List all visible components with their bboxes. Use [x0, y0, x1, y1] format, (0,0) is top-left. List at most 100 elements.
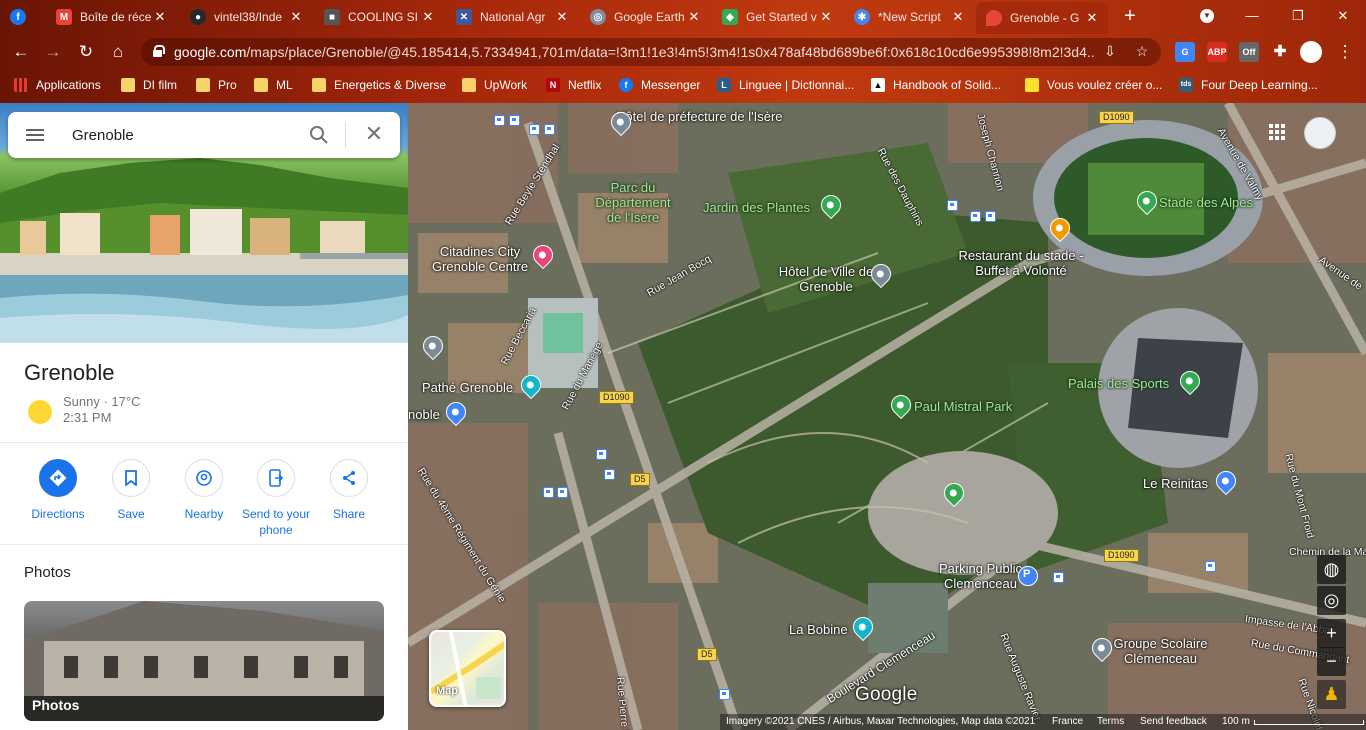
bookmark-energetics[interactable]: Energetics & Diverse	[312, 76, 446, 94]
bookmark-vous-voulez[interactable]: Vous voulez créer o...	[1025, 76, 1162, 94]
bus-stop-icon[interactable]	[596, 449, 607, 460]
bookmark-pro[interactable]: Pro	[196, 76, 237, 94]
terms-link[interactable]: Terms	[1097, 714, 1124, 730]
reload-button[interactable]: ↻	[74, 40, 98, 64]
bus-stop-icon[interactable]	[1205, 561, 1216, 572]
tab-new-script[interactable]: ✱ *New Script ✕	[844, 4, 974, 30]
url-text[interactable]: google.com/maps/place/Grenoble/@45.18541…	[174, 44, 1094, 60]
bus-stop-icon[interactable]	[529, 124, 540, 135]
bus-stop-icon[interactable]	[970, 211, 981, 222]
tab-google-earth[interactable]: ◎ Google Earth ✕	[580, 4, 710, 30]
tab-gmail[interactable]: M Boîte de réce ✕	[46, 4, 176, 30]
satellite-map[interactable]: Hôtel de préfecture de l'Isère Parc du D…	[408, 103, 1366, 730]
close-icon[interactable]: ✕	[950, 9, 966, 25]
maximize-button[interactable]: ❐	[1275, 4, 1321, 28]
close-icon[interactable]: ✕	[686, 9, 702, 25]
close-icon[interactable]: ✕	[420, 9, 436, 25]
poi-le-reinitas[interactable]: Le Reinitas	[1143, 476, 1208, 491]
search-input[interactable]	[72, 125, 292, 145]
translate-extension-icon[interactable]: G	[1175, 42, 1195, 62]
bookmark-di-film[interactable]: DI film	[121, 76, 177, 94]
parking-pin-icon[interactable]: P	[1018, 566, 1038, 586]
back-button[interactable]: ←	[9, 40, 33, 64]
close-icon[interactable]: ✕	[363, 123, 385, 145]
bookmark-netflix[interactable]: N Netflix	[546, 76, 601, 94]
close-icon[interactable]: ✕	[818, 9, 834, 25]
account-avatar[interactable]	[1304, 117, 1336, 149]
new-tab-button[interactable]: +	[1119, 6, 1141, 28]
bookmark-applications[interactable]: Applications	[14, 76, 101, 94]
bookmark-four-deep-learning[interactable]: tds Four Deep Learning...	[1179, 76, 1318, 94]
poi-parc-departement[interactable]: Parc du Département de l'Isère	[588, 180, 678, 225]
zoom-in-button[interactable]: +	[1317, 619, 1346, 648]
scale-label[interactable]: 100 m	[1222, 714, 1250, 730]
home-button[interactable]: ⌂	[106, 40, 130, 64]
save-button[interactable]: Save	[96, 459, 166, 522]
bus-stop-icon[interactable]	[947, 200, 958, 211]
send-to-phone-button[interactable]: Send to your phone	[241, 459, 311, 538]
close-icon[interactable]: ✕	[288, 9, 304, 25]
close-window-button[interactable]: ✕	[1320, 4, 1366, 28]
poi-pathe-grenoble[interactable]: Pathé Grenoble	[422, 380, 513, 395]
close-icon[interactable]: ✕	[554, 9, 570, 25]
tab-github[interactable]: ● vintel38/Inde ✕	[180, 4, 312, 30]
bookmark-linguee[interactable]: L Linguee | Dictionnai...	[717, 76, 854, 94]
photo-card[interactable]: Photos	[24, 601, 384, 721]
poi-noble[interactable]: noble	[408, 407, 440, 422]
poi-la-bobine[interactable]: La Bobine	[789, 622, 848, 637]
tab-pinned-facebook[interactable]: f	[0, 4, 44, 30]
pegman-icon[interactable]: ♟	[1317, 680, 1346, 709]
share-button[interactable]: Share	[314, 459, 384, 522]
my-location-button[interactable]: ◎	[1317, 586, 1346, 615]
address-bar[interactable]: google.com/maps/place/Grenoble/@45.18541…	[141, 38, 1161, 66]
minimize-button[interactable]: —	[1229, 4, 1275, 28]
profile-avatar[interactable]	[1300, 41, 1322, 63]
poi-restaurant-stade[interactable]: Restaurant du stade - Buffet à Volonté	[956, 248, 1086, 278]
star-icon[interactable]: ☆	[1133, 43, 1151, 61]
close-icon[interactable]: ✕	[1084, 10, 1100, 26]
directions-button[interactable]: Directions	[23, 459, 93, 522]
bookmark-upwork[interactable]: UpWork	[462, 76, 527, 94]
off-extension-icon[interactable]: Off	[1239, 42, 1259, 62]
tab-get-started[interactable]: ◆ Get Started v ✕	[712, 4, 842, 30]
bus-stop-icon[interactable]	[494, 115, 505, 126]
poi-paul-mistral-park[interactable]: Paul Mistral Park	[914, 399, 1012, 414]
bookmark-handbook[interactable]: ▲ Handbook of Solid...	[871, 76, 1001, 94]
forward-button[interactable]: →	[41, 40, 65, 64]
poi-palais-des-sports[interactable]: Palais des Sports	[1068, 376, 1169, 391]
poi-groupe-scolaire[interactable]: Groupe Scolaire Clémenceau	[1108, 636, 1213, 666]
bus-stop-icon[interactable]	[719, 689, 730, 700]
puzzle-extensions-icon[interactable]: ✚	[1270, 42, 1290, 62]
map-layer-toggle[interactable]: Map	[429, 630, 506, 707]
bus-stop-icon[interactable]	[509, 115, 520, 126]
bookmark-ml[interactable]: ML	[254, 76, 293, 94]
search-icon[interactable]	[309, 125, 329, 145]
bus-stop-icon[interactable]	[604, 469, 615, 480]
nearby-button[interactable]: Nearby	[169, 459, 239, 522]
bus-stop-icon[interactable]	[1053, 572, 1064, 583]
poi-prefecture[interactable]: Hôtel de préfecture de l'Isère	[616, 109, 783, 124]
menu-kebab-icon[interactable]: ⋮	[1333, 40, 1357, 64]
adblock-extension-icon[interactable]: ABP	[1207, 42, 1227, 62]
poi-hotel-de-ville[interactable]: Hôtel de Ville de Grenoble	[776, 264, 876, 294]
send-feedback-link[interactable]: Send feedback	[1140, 714, 1207, 730]
country-link[interactable]: France	[1052, 714, 1083, 730]
poi-stade-des-alpes[interactable]: Stade des Alpes	[1159, 195, 1253, 210]
poi-citadines[interactable]: Citadines City Grenoble Centre	[425, 244, 535, 274]
close-icon[interactable]: ✕	[152, 9, 168, 25]
bus-stop-icon[interactable]	[544, 124, 555, 135]
install-icon[interactable]: ⇩	[1101, 43, 1119, 61]
bus-stop-icon[interactable]	[557, 487, 568, 498]
zoom-out-button[interactable]: −	[1317, 647, 1346, 676]
apps-grid-icon[interactable]	[1269, 124, 1285, 140]
tab-cooling[interactable]: ■ COOLING SI ✕	[314, 4, 444, 30]
bus-stop-icon[interactable]	[543, 487, 554, 498]
tab-national[interactable]: ✕ National Agr ✕	[446, 4, 578, 30]
tab-grenoble-maps[interactable]: Grenoble - G ✕	[976, 2, 1108, 34]
bus-stop-icon[interactable]	[985, 211, 996, 222]
tab-search-icon[interactable]: ▼	[1200, 9, 1214, 23]
poi-jardin-plantes[interactable]: Jardin des Plantes	[703, 200, 810, 215]
bookmark-messenger[interactable]: f Messenger	[619, 76, 700, 94]
menu-icon[interactable]	[26, 129, 44, 141]
globe-view-button[interactable]: ◍	[1317, 555, 1346, 584]
